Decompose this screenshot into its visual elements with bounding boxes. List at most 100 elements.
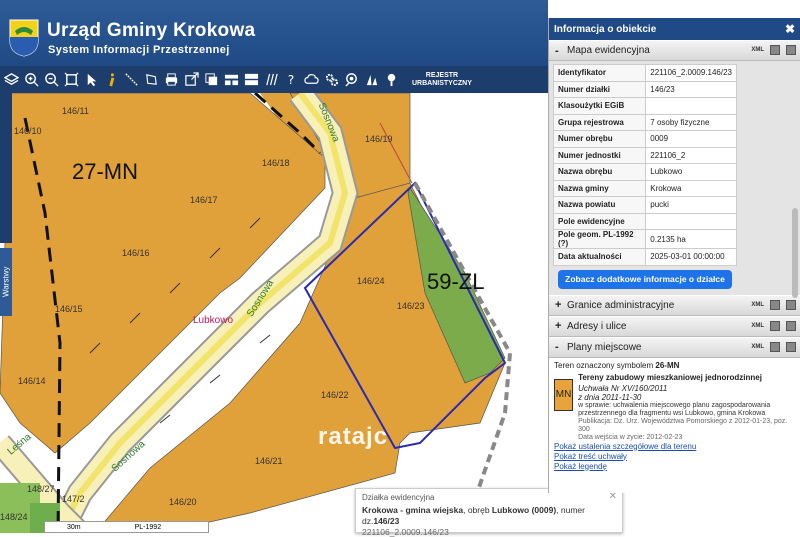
- zoom-out-icon[interactable]: [42, 69, 61, 91]
- attribute-value: Krokowa: [645, 179, 737, 197]
- attribute-key: Nazwa obrębu: [552, 163, 647, 181]
- measure-area-icon[interactable]: [142, 69, 161, 91]
- rejestr-line2: URBANISTYCZNY: [412, 79, 472, 87]
- print-icon[interactable]: [786, 320, 796, 331]
- plot-label: 146/14: [18, 376, 46, 386]
- plany-content: Teren oznaczony symbolem 26-MN MN Tereny…: [549, 357, 800, 493]
- plot-label: 146/19: [365, 134, 393, 144]
- attribute-value: 221106_2: [645, 146, 737, 164]
- plot-label: 146/20: [169, 497, 197, 507]
- link-ustalenia[interactable]: Pokaż ustalenia szczegółowe dla terenu: [554, 442, 795, 452]
- popup-text: , obręb: [463, 505, 492, 515]
- plot-label: 146/18: [262, 158, 290, 168]
- svg-text:?: ?: [288, 73, 294, 87]
- collapse-icon[interactable]: -: [555, 341, 567, 353]
- app-header: Urząd Gminy Krokowa System Informacji Pr…: [0, 0, 548, 66]
- print-icon[interactable]: [786, 341, 796, 352]
- section-mapa-ewidencyjna[interactable]: - Mapa ewidencyjna XML: [549, 40, 800, 61]
- print-icon[interactable]: [786, 45, 796, 55]
- expand-icon[interactable]: +: [555, 320, 567, 332]
- zoom-slider[interactable]: [0, 93, 12, 243]
- attribute-key: Pole geom. PL-1992 (?): [552, 229, 647, 249]
- plany-intro-text: Teren oznaczony symbolem: [554, 360, 656, 370]
- attribute-row: Pole geom. PL-1992 (?) 0.2135 ha: [552, 229, 737, 249]
- uchwala: Uchwała Nr XV/160/2011: [578, 383, 668, 393]
- attribute-value: 0009: [645, 130, 737, 148]
- crs-select[interactable]: PL-1992: [135, 524, 161, 531]
- parcel-popup: Działka ewidencyjna ✕ Krokowa - gmina wi…: [355, 488, 623, 537]
- zoom-extent-icon[interactable]: [62, 69, 81, 91]
- list-icon[interactable]: [770, 320, 780, 331]
- print-icon[interactable]: [786, 299, 796, 310]
- grid-icon[interactable]: [242, 69, 261, 91]
- search-icon[interactable]: [342, 69, 361, 91]
- plot-label: 146/22: [321, 390, 349, 400]
- pointer-icon[interactable]: [82, 69, 101, 91]
- attribute-key: Klasoużytki EGiB: [552, 97, 647, 115]
- export-icon[interactable]: [182, 69, 201, 91]
- plot-label: 146/16: [122, 248, 150, 258]
- map-canvas[interactable]: 27-MN 59-ZL 146/11 146/19 146/17 146/18 …: [0, 93, 548, 533]
- attribute-value: [645, 97, 737, 115]
- attribute-key: Pole ewidencyjne: [552, 212, 647, 230]
- zone-badge: MN: [554, 378, 574, 411]
- attribute-row: Nazwa obrębu Lubkowo: [552, 163, 737, 181]
- xml-button[interactable]: XML: [751, 323, 764, 329]
- section-adresy[interactable]: + Adresy i ulice XML: [549, 315, 800, 337]
- measure-line-icon[interactable]: [122, 69, 141, 91]
- attribute-value: 7 osoby fizyczne: [645, 113, 737, 131]
- layers-tab[interactable]: Warstwy: [0, 248, 12, 316]
- close-icon[interactable]: ✖: [785, 22, 795, 36]
- hatch-icon[interactable]: [262, 69, 281, 91]
- attribute-row: Numer obrębu 0009: [552, 130, 737, 148]
- more-info-button[interactable]: Zobacz dodatkowe informacje o działce: [558, 269, 732, 289]
- attribute-row: Grupa rejestrowa 7 osoby fizyczne: [552, 113, 737, 131]
- print-icon[interactable]: [162, 69, 181, 91]
- link-uchwala[interactable]: Pokaż treść uchwały: [554, 452, 795, 462]
- section-plany[interactable]: - Plany miejscowe XML: [549, 336, 800, 358]
- rejestr-urbanistyczny-button[interactable]: REJESTR URBANISTYCZNY: [412, 72, 472, 88]
- collapse-icon[interactable]: -: [555, 45, 567, 57]
- layers-icon[interactable]: [2, 69, 21, 91]
- panel-scrollbar[interactable]: [792, 208, 798, 298]
- plot-label: 146/23: [397, 301, 425, 311]
- attribute-value: Lubkowo: [645, 163, 737, 181]
- plot-label: 146/24: [357, 276, 385, 286]
- attribute-value: [645, 212, 737, 230]
- plot-label: 148/24: [0, 512, 28, 522]
- attribute-row: Nazwa powiatu pucki: [552, 196, 737, 214]
- copy-icon[interactable]: [202, 69, 221, 91]
- expand-icon[interactable]: +: [555, 299, 567, 311]
- settings-icon[interactable]: [322, 69, 341, 91]
- help-icon[interactable]: ?: [282, 69, 301, 91]
- zone-label: 27-MN: [72, 159, 139, 184]
- xml-button[interactable]: XML: [751, 344, 764, 350]
- list-icon[interactable]: [770, 45, 780, 55]
- watermark-logo: ratajc: [318, 423, 389, 450]
- street-view-icon[interactable]: [362, 69, 381, 91]
- attribute-key: Numer jednostki: [552, 146, 647, 164]
- xml-button[interactable]: XML: [751, 302, 764, 308]
- section-label: Adresy i ulice: [567, 320, 627, 332]
- info-icon[interactable]: [102, 69, 121, 91]
- link-legenda[interactable]: Pokaż legendę: [554, 462, 795, 472]
- list-icon[interactable]: [770, 341, 780, 352]
- scale-value: 30m: [67, 523, 81, 531]
- list-icon[interactable]: [770, 299, 780, 310]
- zoom-in-icon[interactable]: [22, 69, 41, 91]
- section-granice[interactable]: + Granice administracyjne XML: [549, 294, 800, 316]
- cloud-icon[interactable]: [302, 69, 321, 91]
- plot-label: 146/15: [55, 304, 83, 314]
- attribute-key: Nazwa powiatu: [552, 196, 647, 214]
- attribute-key: Identyfikator: [552, 64, 647, 82]
- location-icon[interactable]: [382, 69, 401, 91]
- village-label: Lubkowo: [193, 315, 234, 326]
- uchwala-subject: w sprawie: uchwalenia miejscowego planu …: [578, 401, 771, 417]
- section-label: Plany miejscowe: [567, 341, 642, 353]
- coat-of-arms-icon: [9, 19, 39, 57]
- uchwala-date: z dnia 2011-11-30: [578, 392, 642, 402]
- plot-label: 146/17: [190, 195, 218, 205]
- layout-icon[interactable]: [222, 69, 241, 91]
- xml-button[interactable]: XML: [751, 47, 764, 53]
- app-title: Urząd Gminy Krokowa: [47, 20, 256, 41]
